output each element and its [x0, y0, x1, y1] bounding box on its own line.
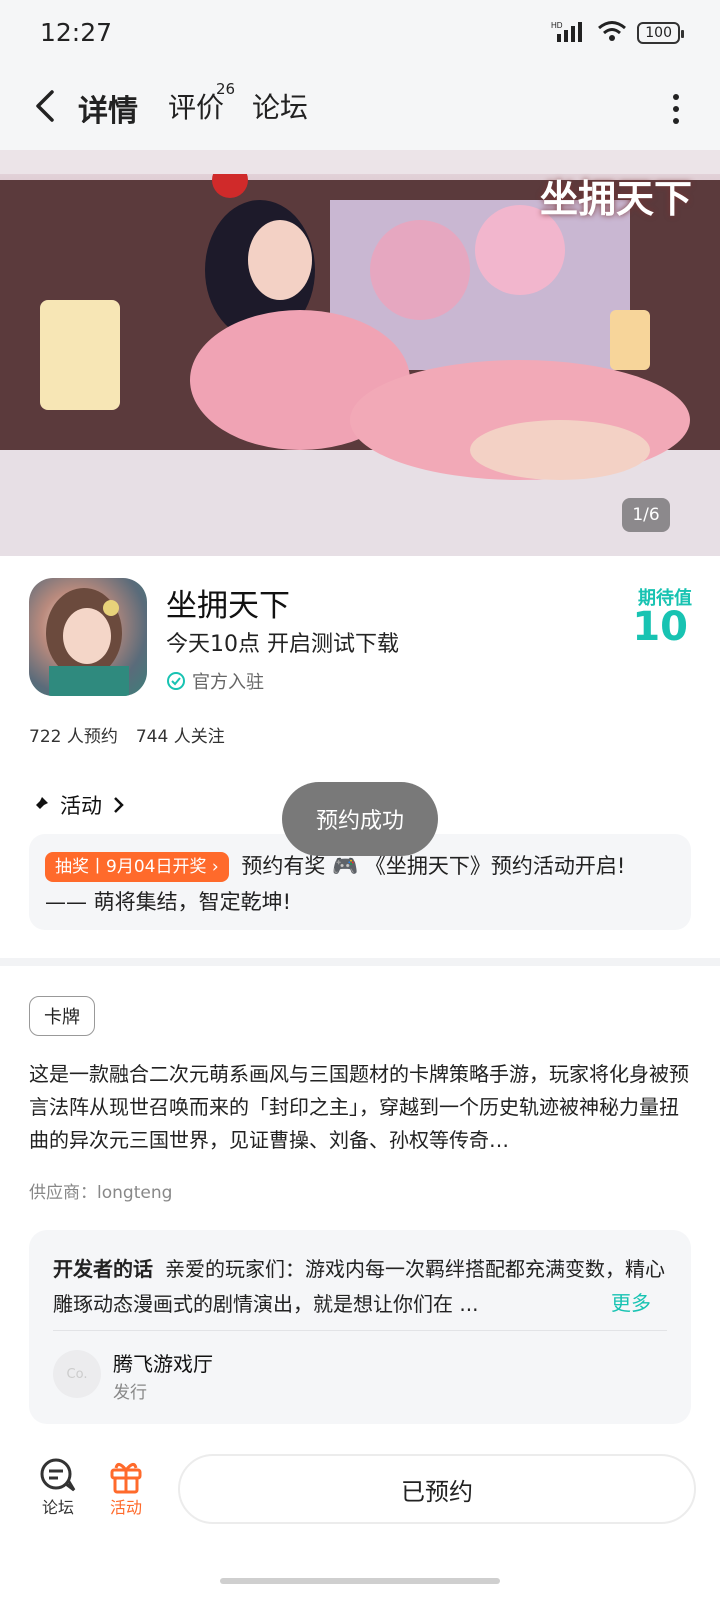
back-button[interactable]	[28, 86, 64, 126]
game-icon-art	[46, 588, 129, 696]
game-stats: 722 人预约 744 人关注	[29, 722, 225, 747]
game-description[interactable]: 这是一款融合二次元萌系画风与三国题材的卡牌策略手游，玩家将化身被预言法阵从现世召…	[29, 1058, 691, 1157]
developer-note: 开发者的话 亲爱的玩家们：游戏内每一次羁绊搭配都充满变数，精心雕琢动态漫画式的剧情…	[53, 1252, 667, 1322]
developer-separator	[53, 1330, 667, 1331]
gift-icon	[110, 1463, 142, 1494]
more-dot-icon	[673, 106, 679, 112]
chevron-left-icon	[36, 90, 54, 122]
activity-text-2: —— 萌将集结，智定乾坤!	[45, 890, 292, 914]
activity-text: 预约有奖 🎮 《坐拥天下》预约活动开启!	[241, 854, 626, 878]
wifi-icon	[597, 20, 627, 46]
supplier-info: 供应商：longteng	[29, 1183, 173, 1203]
follower-count: 744 人关注	[135, 727, 225, 747]
developer-card: 开发者的话 亲爱的玩家们：游戏内每一次羁绊搭配都充满变数，精心雕琢动态漫画式的剧情…	[29, 1230, 691, 1424]
more-dot-icon	[673, 118, 679, 124]
tab-forum[interactable]: 论坛	[252, 86, 308, 126]
forum-button[interactable]: 论坛	[28, 1458, 88, 1518]
signal-icon: HD	[551, 20, 587, 46]
forum-label: 论坛	[41, 1498, 74, 1517]
pin-icon	[32, 797, 48, 813]
network-type: HD	[551, 21, 563, 30]
home-indicator[interactable]	[220, 1578, 500, 1584]
more-dot-icon	[673, 94, 679, 100]
status-bar: 12:27 HD 100	[0, 0, 720, 64]
reservation-count: 722 人预约	[29, 727, 118, 747]
more-options-button[interactable]	[672, 94, 680, 124]
chat-bubble-icon	[40, 1458, 76, 1492]
section-divider	[0, 958, 720, 966]
publisher-name[interactable]: 腾飞游戏厅	[113, 1348, 213, 1377]
tab-details[interactable]: 详情	[74, 86, 142, 130]
publisher-avatar[interactable]: Co.	[53, 1350, 101, 1398]
activity-header-label: 活动	[60, 794, 102, 818]
developer-note-label: 开发者的话	[53, 1257, 153, 1281]
status-time: 12:27	[40, 18, 113, 47]
verified-label: 官方入驻	[192, 672, 264, 693]
game-title: 坐拥天下	[166, 588, 290, 624]
check-circle-icon	[167, 672, 185, 690]
status-icons: HD 100	[551, 20, 684, 46]
activity-label: 活动	[109, 1498, 142, 1517]
bottom-action-bar: 论坛 活动 已预约	[0, 1440, 720, 1600]
developer-more-link[interactable]: 更多	[611, 1287, 651, 1316]
hero-banner[interactable]: 坐拥天下	[0, 150, 720, 556]
category-tag[interactable]: 卡牌	[29, 996, 95, 1036]
verified-badge: 官方入驻	[166, 668, 264, 694]
toast-message: 预约成功	[282, 782, 438, 856]
expectation-value: 10	[632, 604, 688, 650]
review-count-badge: 26	[216, 80, 236, 98]
banner-logo: 坐拥天下	[539, 176, 692, 221]
lottery-tag-label: 抽奖丨9月04日开奖	[55, 857, 207, 877]
activity-button[interactable]: 活动	[96, 1458, 156, 1518]
activity-section-header[interactable]: 活动	[30, 790, 126, 820]
reserved-button[interactable]: 已预约	[178, 1454, 696, 1524]
game-release-info: 今天10点 开启测试下载	[166, 632, 399, 657]
game-icon	[29, 578, 147, 696]
banner-page-counter: 1/6	[622, 498, 670, 532]
chevron-right-icon	[114, 797, 124, 813]
lottery-tag[interactable]: 抽奖丨9月04日开奖 ›	[45, 852, 229, 882]
publisher-role: 发行	[113, 1383, 147, 1403]
top-nav: 详情 评价 26 论坛	[0, 64, 720, 150]
battery-icon: 100	[637, 22, 684, 44]
